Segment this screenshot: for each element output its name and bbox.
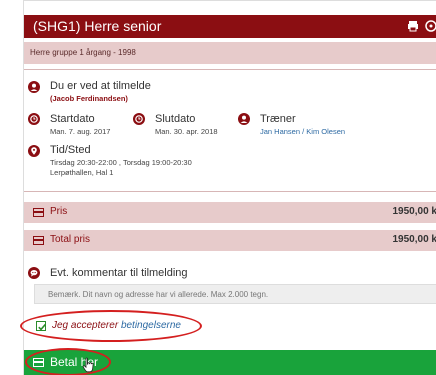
end-date-label: Slutdato (155, 113, 196, 125)
start-date-value: Man. 7. aug. 2017 (50, 127, 111, 136)
comment-icon (28, 267, 40, 279)
venue-line: Lerpøthallen, Hal 1 (50, 168, 114, 177)
start-date-label: Startdato (50, 113, 95, 125)
more-icon[interactable] (425, 19, 436, 37)
header-actions (407, 19, 436, 37)
terms-link[interactable]: betingelserne (121, 320, 181, 331)
time-place-label: Tid/Sted (50, 144, 91, 156)
registration-title: Du er ved at tilmelde (50, 80, 151, 92)
comment-textarea[interactable]: Bemærk. Dit navn og adresse har vi aller… (34, 284, 436, 304)
page-title: (SHG1) Herre senior (33, 18, 162, 34)
group-subheader: Herre gruppe 1 årgang - 1998 (24, 42, 436, 64)
comment-label: Evt. kommentar til tilmelding (50, 267, 188, 279)
registration-panel: (SHG1) Herre senior Herre gruppe 1 årgan… (20, 0, 436, 375)
location-pin-icon (28, 145, 40, 157)
panel-header: (SHG1) Herre senior (24, 15, 436, 38)
clock-icon (28, 113, 40, 125)
print-icon[interactable] (407, 19, 419, 37)
end-date-value: Man. 30. apr. 2018 (155, 127, 218, 136)
annotation-ellipse (25, 348, 111, 375)
schedule-line: Tirsdag 20:30-22:00 , Torsdag 19:00-20:3… (50, 158, 192, 167)
total-price-label: Total pris (50, 234, 91, 245)
total-price-value: 1950,00 k (392, 234, 436, 245)
price-value: 1950,00 k (392, 206, 436, 217)
group-text: Herre gruppe 1 årgang - 1998 (30, 48, 136, 57)
comment-placeholder: Bemærk. Dit navn og adresse har vi aller… (48, 290, 269, 299)
user-icon (238, 113, 250, 125)
terms-checkbox[interactable] (36, 321, 47, 331)
divider (24, 69, 436, 70)
total-price-row: Total pris 1950,00 k (24, 230, 436, 251)
hand-cursor-icon (82, 357, 94, 373)
price-row: Pris 1950,00 k (24, 202, 436, 223)
card-icon (33, 208, 44, 217)
divider (24, 191, 436, 192)
price-label: Pris (50, 206, 68, 217)
coach-link[interactable]: Jan Hansen / Kim Olesen (260, 127, 345, 136)
terms-prefix: Jeg accepterer (52, 320, 121, 331)
coach-label: Træner (260, 113, 296, 125)
clock-icon (133, 113, 145, 125)
user-icon (28, 81, 40, 93)
terms-text: Jeg accepterer betingelserne (52, 320, 181, 331)
registrant-name: (Jacob Ferdinandsen) (50, 94, 128, 103)
card-icon (33, 236, 44, 245)
